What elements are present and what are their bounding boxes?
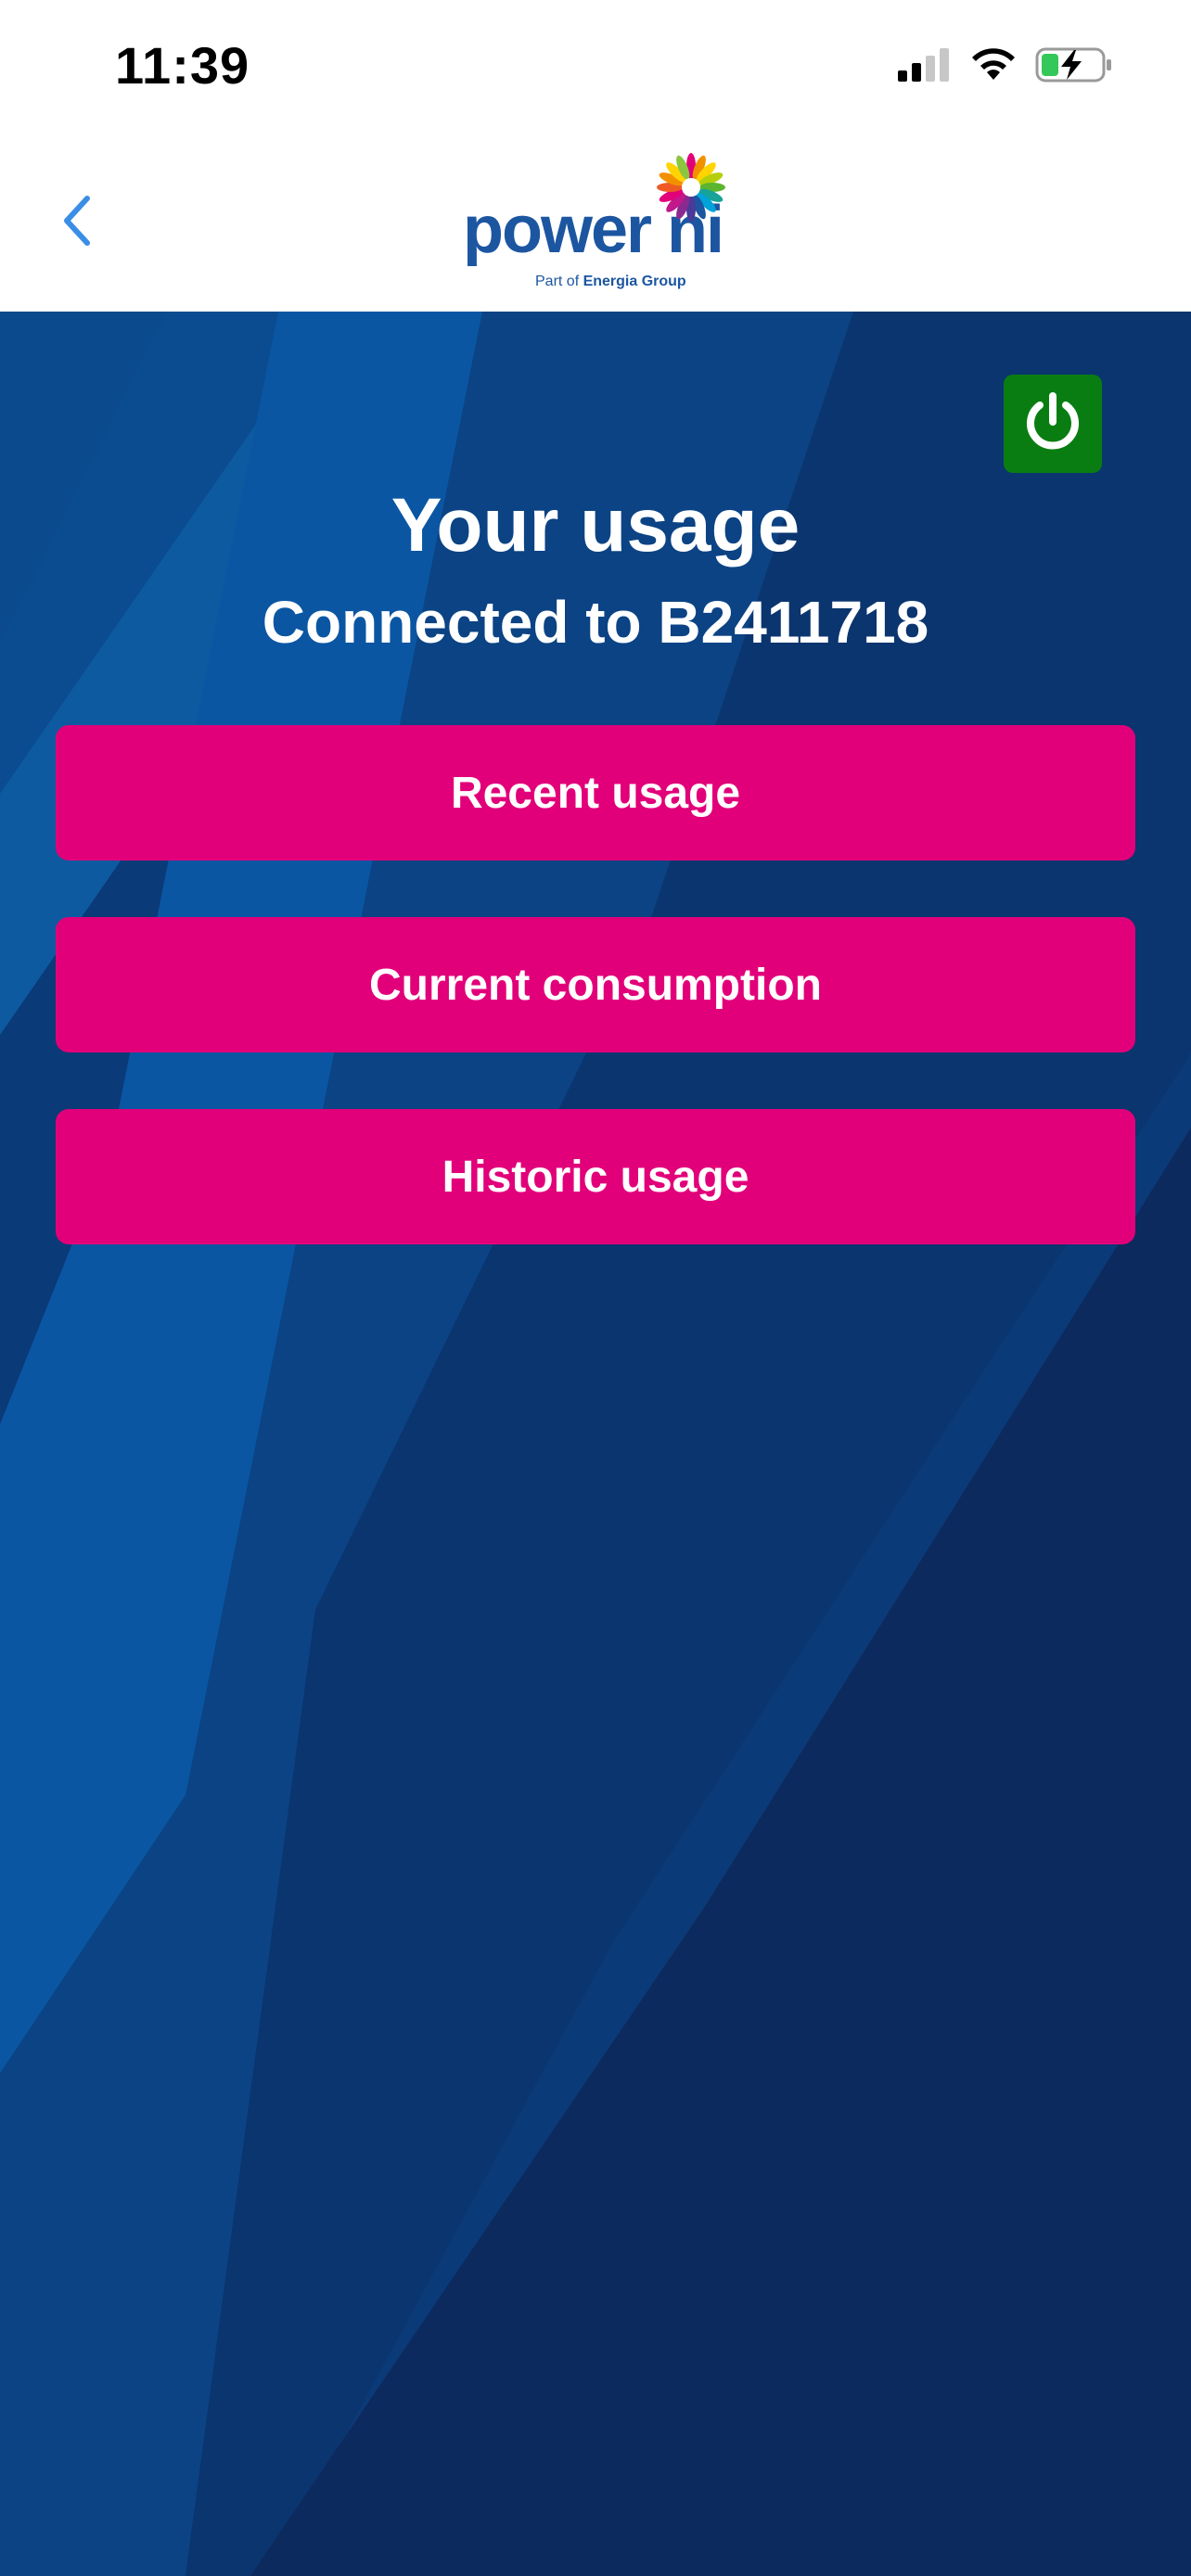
status-time: 11:39 xyxy=(115,36,250,95)
status-bar: 11:39 xyxy=(0,0,1191,130)
usage-screen: Your usage Connected to B2411718 Recent … xyxy=(0,312,1191,2576)
app-header: power ni Part of Energia Group xyxy=(0,130,1191,312)
chevron-left-icon xyxy=(59,193,96,253)
battery-charging-icon xyxy=(1035,46,1113,88)
logo-flower-icon xyxy=(656,152,726,223)
power-icon xyxy=(1019,389,1086,460)
historic-usage-button[interactable]: Historic usage xyxy=(56,1109,1135,1244)
logo-tagline-brand: Energia Group xyxy=(583,274,686,289)
power-button[interactable] xyxy=(1004,375,1102,473)
current-consumption-button[interactable]: Current consumption xyxy=(56,917,1135,1052)
logo-tagline-prefix: Part of xyxy=(535,274,583,289)
page-title: Your usage xyxy=(391,483,800,567)
recent-usage-button[interactable]: Recent usage xyxy=(56,725,1135,861)
wifi-icon xyxy=(968,46,1018,88)
connection-status: Connected to B2411718 xyxy=(262,589,929,656)
cellular-signal-icon xyxy=(896,46,952,88)
logo-tagline: Part of Energia Group xyxy=(535,274,686,289)
power-ni-logo: power ni Part of Energia Group xyxy=(459,152,737,289)
status-icons xyxy=(896,41,1113,93)
back-button[interactable] xyxy=(48,185,108,260)
